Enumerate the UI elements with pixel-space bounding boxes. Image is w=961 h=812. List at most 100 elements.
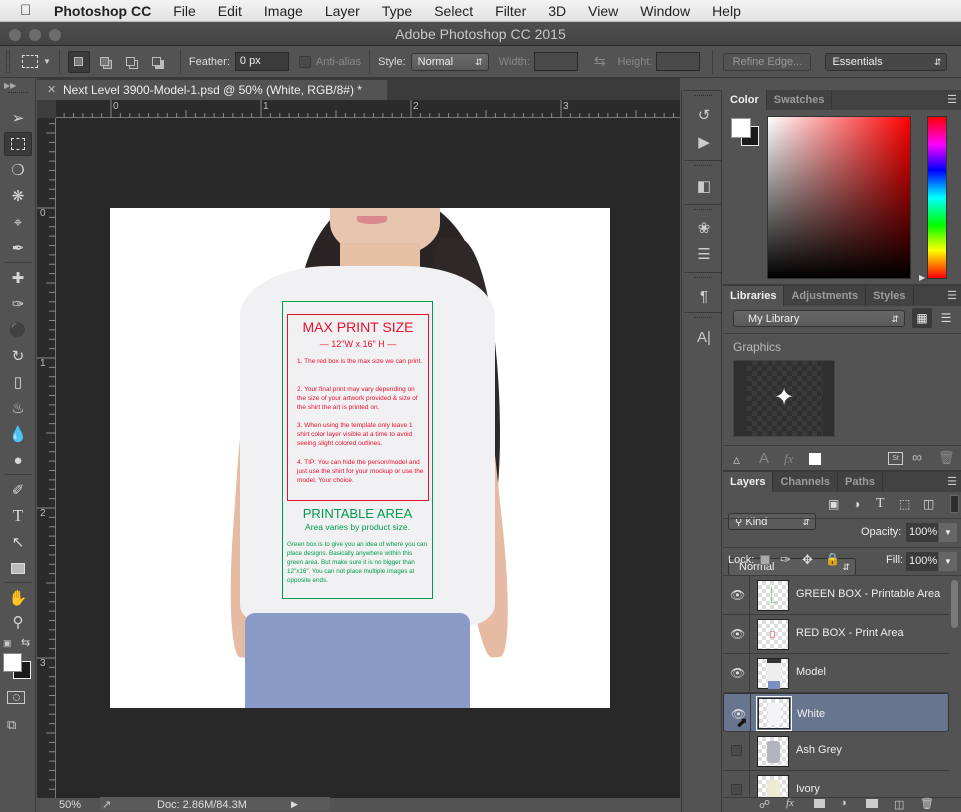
filter-type-layers-icon[interactable]: T	[876, 496, 885, 512]
visibility-eye-icon[interactable]: 👁	[730, 666, 745, 680]
menu-image[interactable]: Image	[264, 3, 303, 19]
menu-help[interactable]: Help	[712, 3, 741, 19]
subtract-selection-mode[interactable]	[120, 51, 142, 73]
tab-channels[interactable]: Channels	[773, 472, 838, 492]
rectangle-tool-icon[interactable]	[4, 556, 32, 580]
layer-row[interactable]: 👁 RED BOX - Print Area	[723, 615, 949, 654]
library-select[interactable]: My Library ⇵	[733, 310, 905, 327]
options-grip[interactable]	[6, 50, 10, 73]
menu-select[interactable]: Select	[434, 3, 473, 19]
fill-input[interactable]: 100%	[906, 552, 938, 571]
add-layer-mask-icon[interactable]	[814, 799, 825, 808]
visibility-eye-icon[interactable]: 👁	[730, 627, 745, 641]
paint-bucket-tool-icon[interactable]: ♨	[4, 396, 32, 420]
color-picker-field[interactable]	[767, 116, 911, 279]
hue-slider-handle-icon[interactable]: ▶	[919, 273, 925, 282]
menu-app-name[interactable]: Photoshop CC	[54, 3, 151, 19]
eyedropper-tool-icon[interactable]: ✒	[4, 236, 32, 260]
collapse-toolbar-icon[interactable]: ▶▶	[4, 81, 16, 90]
document-tab[interactable]: ✕ Next Level 3900-Model-1.psd @ 50% (Whi…	[37, 80, 387, 100]
panel-menu-icon[interactable]: ☰	[947, 475, 957, 488]
tab-styles[interactable]: Styles	[866, 286, 914, 306]
clone-stamp-tool-icon[interactable]: ⚫	[4, 318, 32, 342]
magic-wand-tool-icon[interactable]: ❋	[4, 184, 32, 208]
stock-icon[interactable]: St	[888, 452, 903, 465]
document-canvas[interactable]: MAX PRINT SIZE — 12"W x 16" H — 1. The r…	[110, 208, 610, 708]
menu-type[interactable]: Type	[382, 3, 412, 19]
add-selection-mode[interactable]	[94, 51, 116, 73]
visibility-toggle-off[interactable]	[731, 784, 742, 795]
crop-tool-icon[interactable]: ⌖	[4, 210, 32, 234]
zoom-level[interactable]: 50%	[59, 799, 81, 811]
paragraph-panel-icon[interactable]: ¶	[692, 285, 716, 307]
toolbar-grip[interactable]	[8, 92, 28, 95]
screen-mode-icon[interactable]: ⧉	[7, 717, 25, 732]
hand-tool-icon[interactable]: ✋	[4, 586, 32, 610]
lock-all-icon[interactable]: 🔒	[825, 552, 840, 566]
new-group-icon[interactable]	[866, 799, 878, 808]
anti-alias-checkbox[interactable]	[298, 55, 311, 68]
path-selection-tool-icon[interactable]: ↖	[4, 530, 32, 554]
close-tab-icon[interactable]: ✕	[47, 80, 56, 100]
apple-menu-icon[interactable]: 	[20, 2, 40, 19]
add-layer-style-icon[interactable]: fx	[786, 797, 794, 809]
layer-row[interactable]: 👁 GREEN BOX - Printable Area	[723, 576, 949, 615]
close-window-button[interactable]	[9, 29, 21, 41]
menu-file[interactable]: File	[173, 3, 196, 19]
panel-menu-icon[interactable]: ☰	[947, 289, 957, 302]
swap-dimensions-icon[interactable]: ⇆	[594, 53, 606, 70]
width-input[interactable]	[533, 52, 578, 71]
marquee-preset-icon[interactable]	[22, 55, 38, 68]
link-layers-icon[interactable]: ☍	[759, 798, 770, 811]
share-icon[interactable]: ↗	[102, 798, 111, 811]
brush-tool-icon[interactable]: ✑	[4, 292, 32, 316]
menu-layer[interactable]: Layer	[325, 3, 360, 19]
hue-slider[interactable]	[927, 116, 947, 279]
add-character-style-icon[interactable]: A	[759, 450, 769, 467]
lock-position-icon[interactable]: ✥	[802, 552, 813, 568]
healing-brush-tool-icon[interactable]: ✚	[4, 266, 32, 290]
list-view-icon[interactable]: ☰	[936, 308, 956, 328]
tab-swatches[interactable]: Swatches	[767, 90, 833, 110]
zoom-window-button[interactable]	[49, 29, 61, 41]
layer-row-selected[interactable]: 👁 White ⬈	[723, 693, 949, 732]
menu-view[interactable]: View	[588, 3, 618, 19]
opacity-input[interactable]: 100%	[906, 523, 938, 542]
layers-scrollbar-thumb[interactable]	[951, 580, 958, 628]
filter-shape-layers-icon[interactable]: ⬚	[899, 497, 910, 511]
actions-panel-icon[interactable]: ▶	[692, 131, 716, 153]
preset-dropdown-icon[interactable]: ▼	[43, 57, 51, 66]
horizontal-ruler[interactable]: 0 1 2 3	[56, 100, 680, 118]
feather-input[interactable]: 0 px	[234, 52, 289, 71]
opacity-dropdown-icon[interactable]: ▼	[939, 523, 957, 542]
lock-image-pixels-icon[interactable]: ✑	[780, 552, 791, 568]
dodge-tool-icon[interactable]: ●	[4, 448, 32, 472]
rectangular-marquee-tool-icon[interactable]	[4, 132, 32, 156]
tab-adjustments[interactable]: Adjustments	[784, 286, 867, 306]
swap-colors-icon[interactable]: ⇆	[21, 636, 30, 649]
tab-color[interactable]: Color	[723, 90, 767, 110]
type-tool-icon[interactable]: T	[4, 504, 32, 528]
menu-filter[interactable]: Filter	[495, 3, 526, 19]
creative-cloud-icon[interactable]: ∞	[912, 449, 922, 465]
tab-paths[interactable]: Paths	[838, 472, 883, 492]
visibility-eye-icon[interactable]: 👁	[730, 588, 745, 602]
history-panel-icon[interactable]: ↺	[692, 104, 716, 126]
blur-tool-icon[interactable]: 💧	[4, 422, 32, 446]
filter-adjustment-layers-icon[interactable]: ◑	[853, 497, 860, 511]
eraser-tool-icon[interactable]: ▯	[4, 370, 32, 394]
menu-edit[interactable]: Edit	[218, 3, 242, 19]
library-graphic-item[interactable]: ✦	[733, 360, 835, 437]
menu-window[interactable]: Window	[640, 3, 690, 19]
filter-pixel-layers-icon[interactable]: ▣	[828, 497, 839, 511]
tab-libraries[interactable]: Libraries	[723, 286, 785, 306]
lock-transparent-pixels-icon[interactable]	[760, 555, 770, 565]
history-brush-tool-icon[interactable]: ↻	[4, 344, 32, 368]
height-input[interactable]	[656, 52, 701, 71]
workspace-select[interactable]: Essentials ⇵	[825, 52, 948, 71]
menu-3d[interactable]: 3D	[548, 3, 566, 19]
brush-panel-icon[interactable]: ☰	[692, 243, 716, 265]
fill-dropdown-icon[interactable]: ▼	[939, 552, 957, 571]
properties-panel-icon[interactable]: ◧	[692, 175, 716, 197]
lasso-tool-icon[interactable]: ❍	[4, 158, 32, 182]
